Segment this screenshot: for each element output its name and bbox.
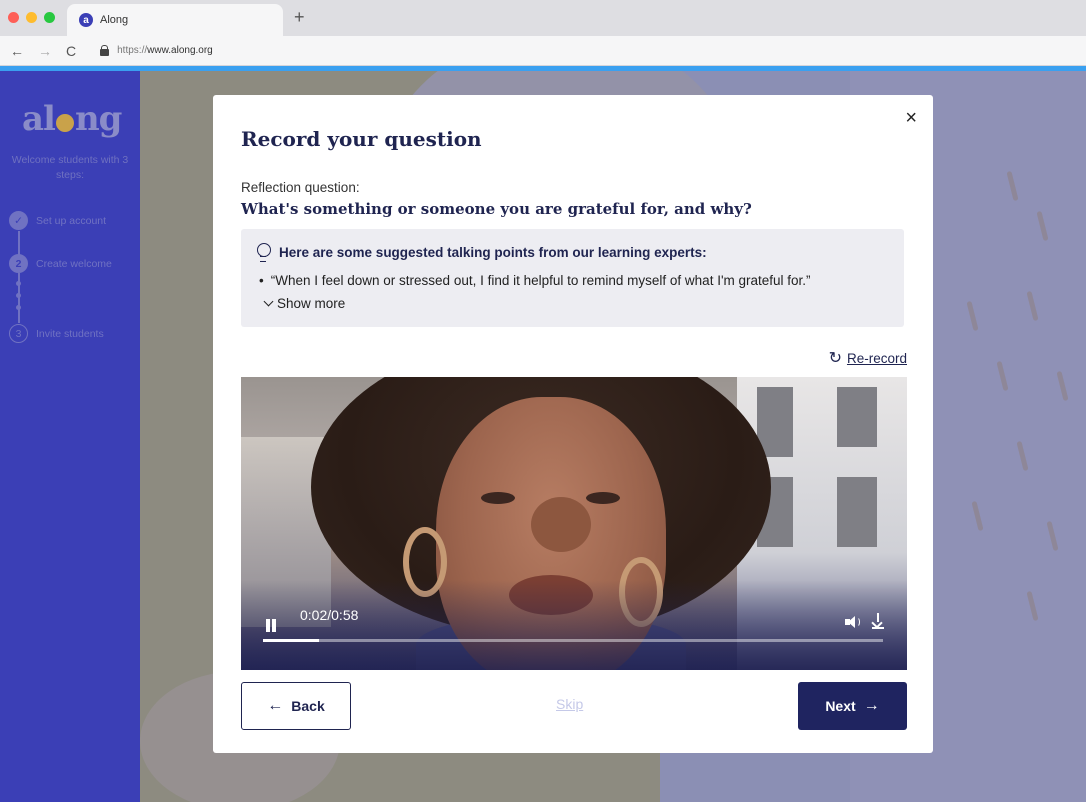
url-text: https://www.along.org [117, 45, 213, 56]
url-field[interactable]: https://www.along.org [100, 45, 213, 56]
question-text: What's something or someone you are grat… [241, 200, 752, 218]
new-tab-button[interactable]: + [294, 7, 305, 28]
modal-title: Record your question [241, 127, 482, 151]
along-logo: al ng [22, 99, 122, 139]
next-label: Next [825, 698, 856, 714]
step-label: Invite students [36, 327, 104, 340]
window-close-button[interactable] [8, 12, 19, 23]
back-nav-icon[interactable]: ← [10, 43, 24, 59]
next-button[interactable]: Next → [798, 682, 907, 730]
reload-icon[interactable]: C [66, 43, 76, 59]
video-player[interactable]: 0:02/0:58 [241, 377, 907, 670]
talking-points-panel: Here are some suggested talking points f… [241, 229, 904, 327]
skip-button[interactable]: Skip [556, 696, 583, 712]
sidebar-step-create-welcome[interactable]: 2 Create welcome [9, 254, 112, 273]
step-number: 2 [9, 254, 28, 273]
talking-point-item: • “When I feel down or stressed out, I fi… [259, 273, 811, 288]
step-progress-dot [16, 293, 21, 298]
re-record-button[interactable]: ↻ Re-record [829, 348, 907, 368]
page: al ng Welcome students with 3 steps: ✓ Se… [0, 71, 1086, 802]
step-label: Set up account [36, 214, 107, 227]
pause-icon[interactable] [265, 619, 277, 632]
browser-tab-bar: a Along + [0, 0, 1086, 36]
lock-icon [100, 45, 110, 56]
back-label: Back [291, 698, 325, 714]
step-label: Create welcome [36, 257, 112, 270]
back-button[interactable]: ← Back [241, 682, 351, 730]
window-maximize-button[interactable] [44, 12, 55, 23]
show-more-button[interactable]: Show more [263, 296, 346, 311]
re-record-label: Re-record [846, 350, 907, 366]
video-progress-bar[interactable] [263, 639, 883, 642]
video-controls-overlay [241, 580, 907, 670]
step-progress-dot [16, 281, 21, 286]
lightbulb-icon [256, 243, 271, 262]
browser-tab[interactable]: a Along [67, 4, 283, 36]
chevron-down-icon [263, 296, 274, 307]
tab-title: Along [100, 14, 129, 26]
sidebar-step-setup[interactable]: ✓ Set up account [9, 211, 106, 230]
step-number: 3 [9, 324, 28, 343]
tips-heading-text: Here are some suggested talking points f… [279, 244, 707, 260]
sidebar-step-invite[interactable]: 3 Invite students [9, 324, 104, 343]
forward-nav-icon[interactable]: → [38, 43, 52, 59]
show-more-label: Show more [277, 296, 346, 311]
step-connector [18, 231, 20, 255]
arrow-left-icon: ← [267, 697, 284, 714]
talking-points-heading: Here are some suggested talking points f… [256, 243, 707, 262]
refresh-icon: ↻ [828, 350, 842, 367]
check-icon: ✓ [9, 211, 28, 230]
favicon-icon: a [79, 13, 93, 27]
record-question-modal: × Record your question Reflection questi… [213, 95, 933, 753]
sidebar-welcome-text: Welcome students with 3 steps: [11, 154, 129, 181]
step-progress-dot [16, 305, 21, 310]
address-bar: ← → C https://www.along.org [0, 36, 1086, 66]
arrow-right-icon: → [863, 697, 880, 714]
question-label: Reflection question: [241, 180, 360, 195]
logo-dot-icon [55, 114, 74, 132]
close-icon[interactable]: × [905, 107, 917, 130]
video-progress-fill [263, 639, 319, 642]
video-time: 0:02/0:58 [300, 607, 359, 623]
window-minimize-button[interactable] [26, 12, 37, 23]
sidebar: al ng Welcome students with 3 steps: ✓ Se… [0, 71, 140, 802]
